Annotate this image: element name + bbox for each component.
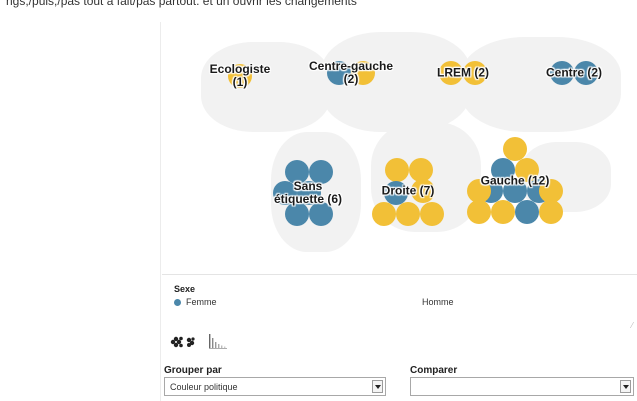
compare-select[interactable] — [410, 377, 634, 396]
compare-label: Comparer — [410, 365, 458, 376]
world-map-background — [271, 132, 361, 252]
legend-item-homme[interactable]: Homme — [422, 297, 454, 307]
chevron-down-icon[interactable] — [372, 380, 383, 393]
world-map-background — [321, 32, 471, 132]
world-map-background — [371, 122, 481, 232]
bubble-cluster-icon[interactable] — [170, 335, 198, 354]
left-panel — [0, 22, 160, 401]
chevron-down-icon[interactable] — [620, 380, 631, 393]
group-by-value: Couleur politique — [170, 382, 238, 392]
group-by-label: Grouper par — [164, 365, 222, 376]
visualization-canvas — [161, 22, 637, 274]
world-map-background — [201, 42, 331, 132]
top-bar: ngs,/puis,/pas tout à fait/pas partout. … — [0, 0, 637, 22]
world-map-background — [521, 142, 611, 212]
legend-label-femme: Femme — [186, 297, 217, 307]
world-map-background — [461, 37, 621, 132]
bar-chart-icon[interactable] — [208, 333, 228, 354]
legend: Sexe Femme Homme — [162, 274, 637, 316]
legend-title: Sexe — [174, 284, 196, 294]
femme-dot-icon — [174, 298, 181, 306]
controls-panel: ⁄ Grouper par Couleur politique Comparer — [162, 315, 637, 401]
resize-grip-icon: ⁄ — [631, 321, 633, 330]
view-switcher — [170, 333, 228, 354]
legend-label-homme: Homme — [422, 297, 454, 307]
group-by-select[interactable]: Couleur politique — [164, 377, 386, 396]
legend-item-femme[interactable]: Femme — [174, 297, 217, 307]
header-cut-text: ngs,/puis,/pas tout à fait/pas partout. … — [6, 0, 357, 8]
